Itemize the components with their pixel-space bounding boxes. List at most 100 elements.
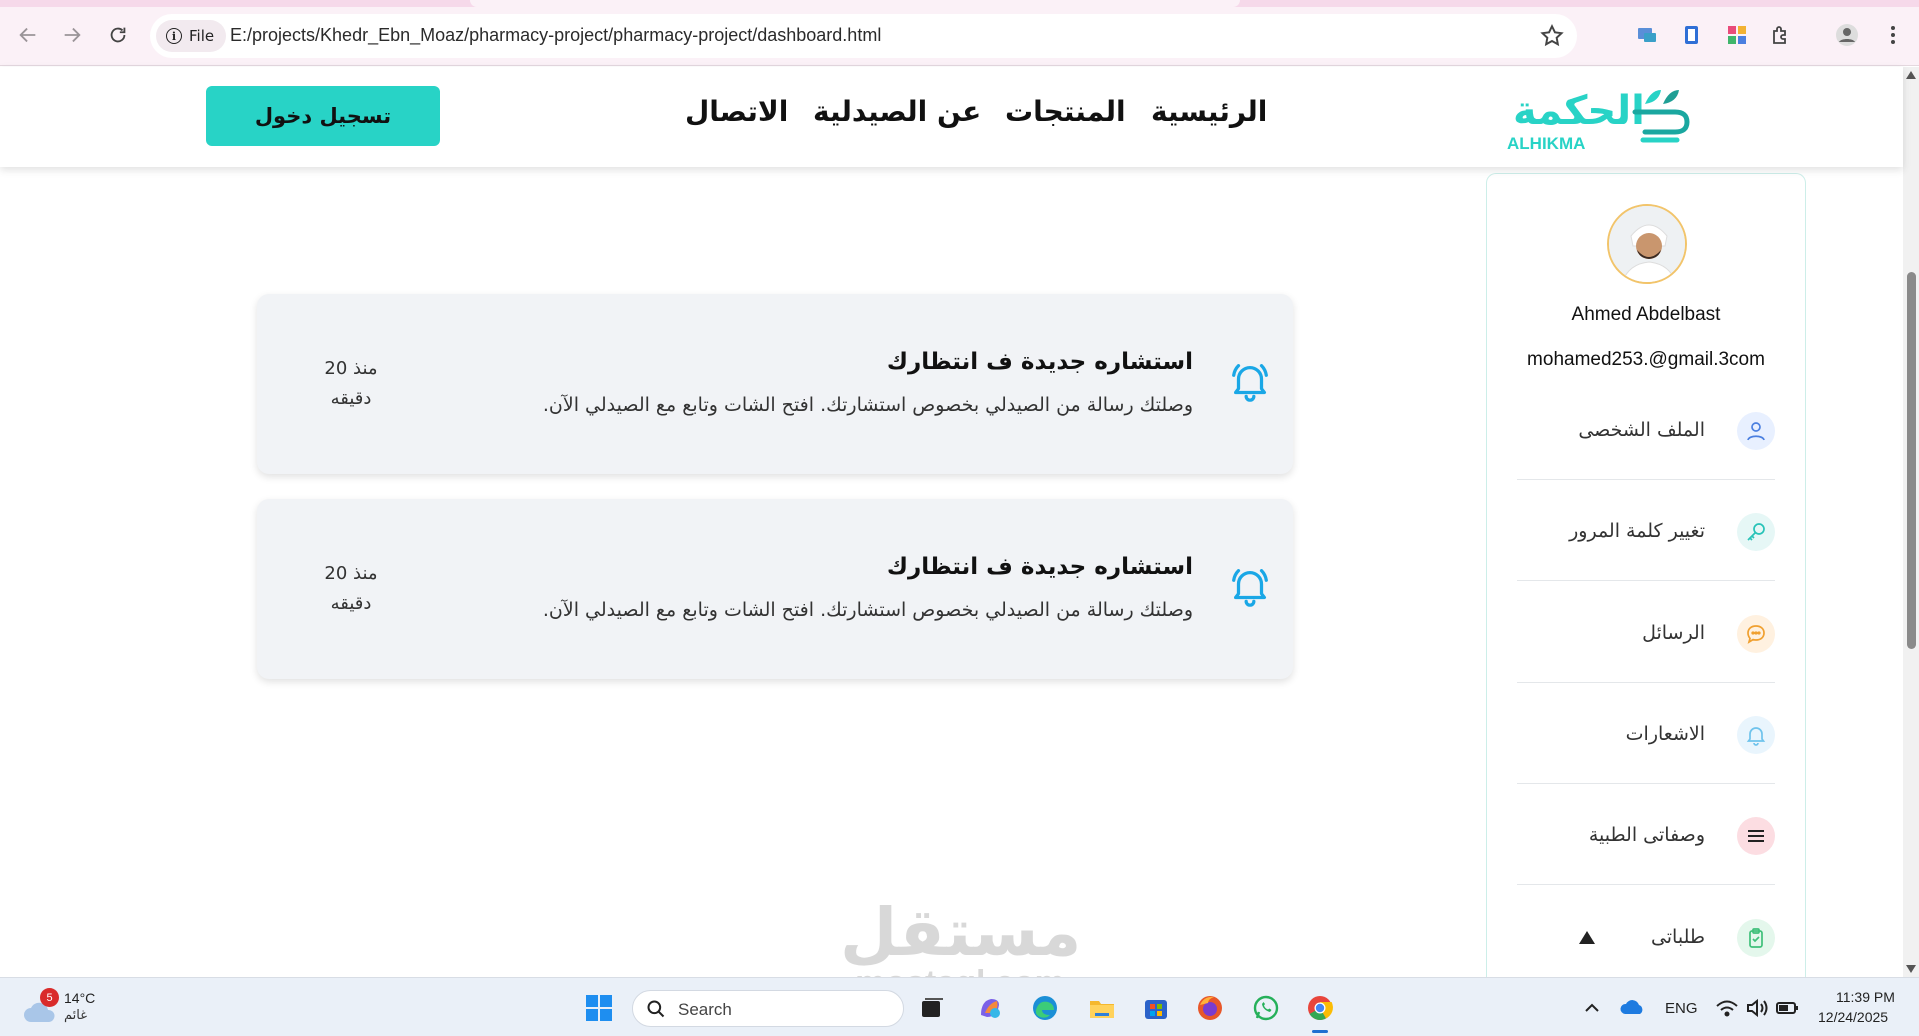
chat-icon bbox=[1737, 615, 1775, 653]
site-info-label: File bbox=[189, 27, 215, 45]
active-tab[interactable] bbox=[470, 0, 1240, 7]
wifi-icon[interactable] bbox=[1710, 991, 1744, 1025]
sidebar-item-orders[interactable]: طلباتى bbox=[1517, 886, 1775, 987]
search-icon bbox=[647, 1000, 665, 1018]
login-button[interactable]: تسجيل دخول bbox=[206, 86, 440, 146]
sidebar-item-prescriptions[interactable]: وصفاتى الطبية bbox=[1517, 784, 1775, 885]
sidebar-item-label: الملف الشخصى bbox=[1578, 419, 1705, 441]
sidebar-item-label: طلباتى bbox=[1650, 926, 1705, 948]
browser-toolbar: i File E:/projects/Khedr_Ebn_Moaz/pharma… bbox=[0, 0, 1919, 66]
bell-icon bbox=[1232, 569, 1268, 607]
user-name: Ahmed Abdelbast bbox=[1571, 304, 1721, 325]
sidebar-item-messages[interactable]: الرسائل bbox=[1517, 582, 1775, 683]
divider bbox=[1517, 883, 1775, 885]
extension-3-icon[interactable] bbox=[1724, 22, 1750, 48]
browser-menu-icon[interactable] bbox=[1880, 22, 1906, 48]
clock-time[interactable]: 11:39 PM bbox=[1836, 989, 1895, 1005]
site-info-chip[interactable]: i File bbox=[156, 20, 227, 52]
windows-start-icon[interactable] bbox=[582, 991, 616, 1025]
volume-icon[interactable] bbox=[1740, 991, 1774, 1025]
arrow-right-icon bbox=[64, 27, 81, 43]
scroll-thumb[interactable] bbox=[1907, 272, 1916, 649]
watermark-arabic: مستقل bbox=[840, 894, 1082, 971]
nav-home[interactable]: الرئيسية bbox=[1151, 95, 1267, 128]
weather-badge: 5 bbox=[40, 988, 59, 1007]
notification-time-value: منذ 20 bbox=[324, 563, 378, 584]
onedrive-icon[interactable] bbox=[1616, 991, 1650, 1025]
notification-time-value: منذ 20 bbox=[324, 358, 378, 379]
user-email: mohamed253.@gmail.3com bbox=[1527, 349, 1765, 370]
chrome-icon[interactable] bbox=[1303, 991, 1337, 1025]
url-text[interactable]: E:/projects/Khedr_Ebn_Moaz/pharmacy-proj… bbox=[230, 25, 881, 46]
task-view-icon[interactable] bbox=[915, 991, 949, 1025]
notification-body: وصلتك رسالة من الصيدلي بخصوص استشارتك. ا… bbox=[542, 394, 1193, 416]
tab-strip bbox=[0, 0, 1919, 7]
taskbar: 5 14°C غائم Search ENG 11:39 PM 12/24/20… bbox=[0, 977, 1919, 1036]
sidebar-item-label: تغيير كلمة المرور bbox=[1569, 520, 1705, 542]
search-label: Search bbox=[678, 1000, 732, 1019]
back-button[interactable] bbox=[13, 20, 43, 50]
battery-icon[interactable] bbox=[1770, 991, 1804, 1025]
sidebar-item-label: وصفاتى الطبية bbox=[1588, 824, 1705, 846]
extension-1-icon[interactable] bbox=[1634, 22, 1660, 48]
reload-icon bbox=[110, 27, 126, 43]
notification-time: منذ 20 دقيقه bbox=[311, 354, 391, 414]
profile-avatar-icon[interactable] bbox=[1834, 22, 1860, 48]
notification-time-unit: دقيقه bbox=[330, 388, 372, 409]
menu-icon bbox=[1737, 817, 1775, 855]
notification-card[interactable]: استشاره جديدة ف انتظارك وصلتك رسالة من ا… bbox=[257, 294, 1293, 474]
sidebar-item-label: الرسائل bbox=[1642, 622, 1705, 644]
reload-button[interactable] bbox=[103, 20, 133, 50]
language-indicator[interactable]: ENG bbox=[1665, 1000, 1698, 1017]
extensions-puzzle-icon[interactable] bbox=[1768, 22, 1794, 48]
bookmark-star-icon[interactable] bbox=[1539, 23, 1565, 49]
copilot-icon[interactable] bbox=[973, 991, 1007, 1025]
arrow-left-icon bbox=[19, 27, 36, 43]
clipboard-icon bbox=[1737, 919, 1775, 957]
extension-2-icon[interactable] bbox=[1679, 22, 1705, 48]
notification-time: منذ 20 دقيقه bbox=[311, 559, 391, 619]
notification-card[interactable]: استشاره جديدة ف انتظارك وصلتك رسالة من ا… bbox=[257, 499, 1293, 679]
bell-icon bbox=[1232, 364, 1268, 402]
firefox-icon[interactable] bbox=[1193, 991, 1227, 1025]
user-icon bbox=[1737, 412, 1775, 450]
profile-sidebar: Ahmed Abdelbast mohamed253.@gmail.3com ا… bbox=[1486, 173, 1806, 1003]
store-icon[interactable] bbox=[1139, 991, 1173, 1025]
nav-about[interactable]: عن الصيدلية bbox=[813, 95, 981, 128]
sidebar-item-label: الاشعارات bbox=[1625, 723, 1705, 745]
weather-widget[interactable]: 5 14°C غائم bbox=[22, 988, 112, 1028]
logo-latin: ALHIKMA bbox=[1507, 134, 1585, 153]
bell-icon bbox=[1737, 716, 1775, 754]
weather-condition: غائم bbox=[64, 1008, 88, 1023]
divider bbox=[1517, 579, 1775, 581]
nav-contact[interactable]: الاتصال bbox=[685, 95, 788, 128]
edge-icon[interactable] bbox=[1028, 991, 1062, 1025]
logo-arabic: الحكمة bbox=[1513, 88, 1645, 134]
whatsapp-icon[interactable] bbox=[1249, 991, 1283, 1025]
address-bar[interactable]: i File E:/projects/Khedr_Ebn_Moaz/pharma… bbox=[150, 14, 1577, 58]
notification-title: استشاره جديدة ف انتظارك bbox=[886, 349, 1193, 375]
taskbar-search[interactable]: Search bbox=[632, 990, 904, 1027]
notification-body: وصلتك رسالة من الصيدلي بخصوص استشارتك. ا… bbox=[542, 599, 1193, 621]
notification-title: استشاره جديدة ف انتظارك bbox=[886, 554, 1193, 580]
active-app-indicator bbox=[1312, 1030, 1328, 1033]
scroll-up-icon[interactable] bbox=[1906, 71, 1916, 79]
notification-time-unit: دقيقه bbox=[330, 593, 372, 614]
site-logo[interactable]: الحكمة ALHIKMA bbox=[1505, 82, 1695, 154]
avatar[interactable] bbox=[1607, 204, 1687, 284]
sidebar-item-change-password[interactable]: تغيير كلمة المرور bbox=[1517, 480, 1775, 581]
scroll-down-icon[interactable] bbox=[1906, 965, 1916, 973]
page-scrollbar[interactable] bbox=[1903, 67, 1919, 977]
sidebar-item-profile[interactable]: الملف الشخصى bbox=[1517, 379, 1775, 480]
forward-button[interactable] bbox=[57, 20, 87, 50]
site-header: تسجيل دخول الاتصال عن الصيدلية المنتجات … bbox=[0, 67, 1903, 167]
clock-date[interactable]: 12/24/2025 bbox=[1818, 1009, 1888, 1025]
caret-up-icon[interactable] bbox=[1579, 931, 1595, 944]
key-icon bbox=[1737, 513, 1775, 551]
weather-temp: 14°C bbox=[64, 990, 96, 1006]
file-explorer-icon[interactable] bbox=[1085, 991, 1119, 1025]
info-icon: i bbox=[166, 28, 182, 44]
sidebar-item-notifications[interactable]: الاشعارات bbox=[1517, 683, 1775, 784]
chevron-up-icon[interactable] bbox=[1575, 991, 1609, 1025]
nav-products[interactable]: المنتجات bbox=[1005, 95, 1126, 128]
